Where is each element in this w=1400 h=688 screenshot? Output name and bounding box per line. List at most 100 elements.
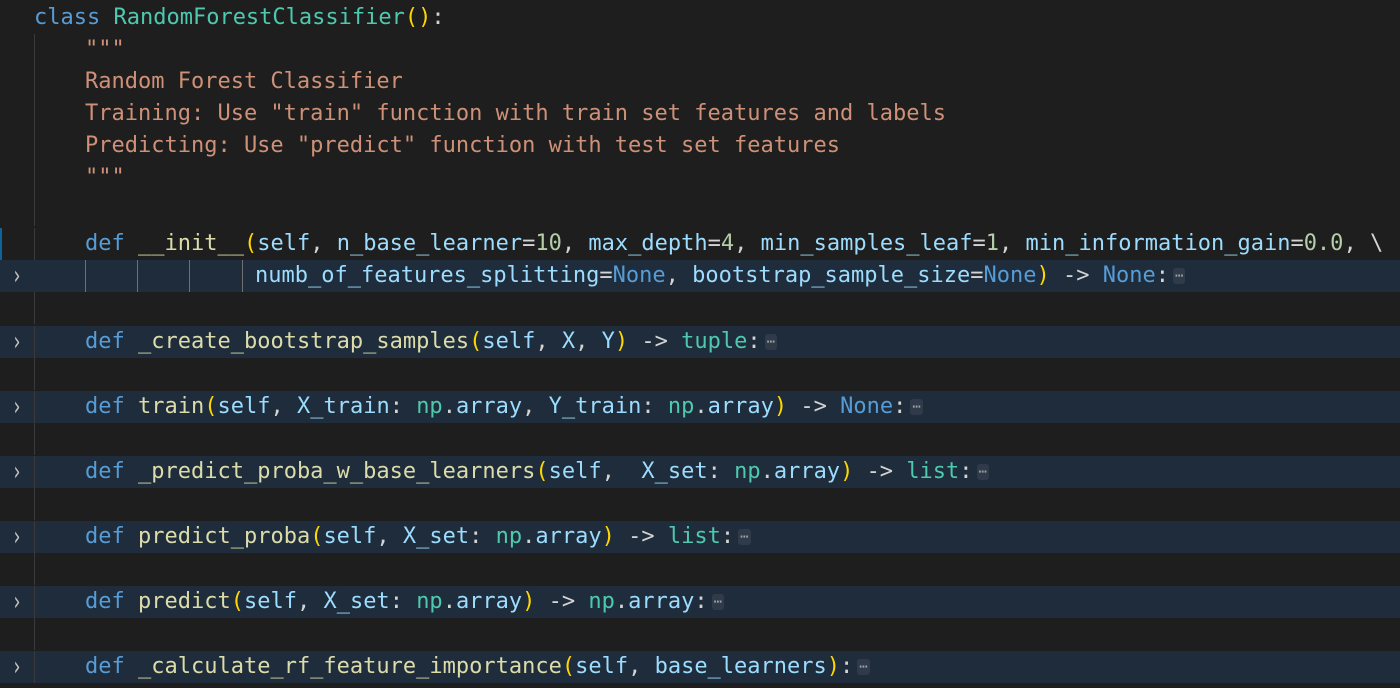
folded-ellipsis[interactable]: ⋯ <box>764 334 778 350</box>
folded-ellipsis[interactable]: ⋯ <box>857 659 870 675</box>
arrow: -> <box>866 459 894 484</box>
code-line-blank[interactable] <box>0 358 1400 390</box>
folded-ellipsis[interactable]: ⋯ <box>1172 268 1186 284</box>
indent-guide <box>34 228 35 260</box>
fold-toggle[interactable]: › <box>0 586 34 618</box>
code-line-predict[interactable]: › def predict(self, X_set: np.array) -> … <box>0 586 1400 618</box>
code-text: """ <box>85 162 125 194</box>
fold-toggle[interactable]: › <box>0 326 34 358</box>
code-line-blank[interactable] <box>0 194 1400 226</box>
param: Y_train <box>548 394 642 419</box>
return-type: None <box>1102 263 1156 288</box>
code-line-init[interactable]: def __init__(self, n_base_learner=10, ma… <box>0 228 1400 260</box>
code-line-docstring-1[interactable]: Random Forest Classifier <box>0 66 1400 98</box>
fold-toggle[interactable]: › <box>0 651 34 683</box>
fold-toggle[interactable]: › <box>0 391 34 423</box>
code-line-train[interactable]: › def train(self, X_train: np.array, Y_t… <box>0 391 1400 423</box>
folded-ellipsis[interactable]: ⋯ <box>711 594 725 610</box>
keyword: def <box>85 654 125 679</box>
keyword: def <box>85 589 125 614</box>
type: array <box>455 394 523 419</box>
code-line-calc-feature-importance[interactable]: › def _calculate_rf_feature_importance(s… <box>0 651 1400 683</box>
code-line-docstring-3[interactable]: Predicting: Use "predict" function with … <box>0 130 1400 162</box>
indent-guide <box>242 260 243 292</box>
param: self <box>323 524 377 549</box>
paren: ( <box>243 231 258 256</box>
keyword: def <box>85 329 125 354</box>
type: array <box>455 589 523 614</box>
folded-ellipsis[interactable]: ⋯ <box>910 399 923 415</box>
param: self <box>257 231 311 256</box>
function-name: predict <box>138 589 231 614</box>
fold-toggle[interactable]: › <box>0 521 34 553</box>
code-line-docstring-close[interactable]: """ <box>0 162 1400 194</box>
indent-guide <box>34 553 35 585</box>
docstring-text: Random Forest Classifier <box>85 69 403 94</box>
code-line-class[interactable]: class RandomForestClassifier(): <box>0 2 1400 34</box>
param: self <box>575 654 629 679</box>
code-line-blank[interactable] <box>0 618 1400 650</box>
code-text: def _predict_proba_w_base_learners(self,… <box>85 459 989 484</box>
code-line-docstring-2[interactable]: Training: Use "train" function with trai… <box>0 98 1400 130</box>
code-line-blank[interactable] <box>0 423 1400 455</box>
indent-guide <box>34 162 35 194</box>
param: min_information_gain <box>1025 231 1291 256</box>
code-text: Random Forest Classifier <box>85 66 403 98</box>
folded-ellipsis[interactable]: ⋯ <box>976 464 989 480</box>
code-line-predict-proba-w-base[interactable]: › def _predict_proba_w_base_learners(sel… <box>0 456 1400 488</box>
chevron-right-icon: › <box>11 327 23 357</box>
line-continuation: \ <box>1369 231 1384 256</box>
param: min_samples_leaf <box>760 231 973 256</box>
indent-guide <box>34 618 35 650</box>
indent-guide <box>34 488 35 520</box>
code-text: def _calculate_rf_feature_importance(sel… <box>85 654 870 679</box>
arrow: -> <box>641 329 668 354</box>
folded-ellipsis[interactable]: ⋯ <box>738 529 751 545</box>
return-type: None <box>840 394 894 419</box>
indent-guide <box>34 326 35 358</box>
module: np <box>416 394 443 419</box>
number: 0.0 <box>1303 231 1344 256</box>
fold-toggle[interactable]: › <box>0 260 34 292</box>
code-line-docstring-open[interactable]: """ <box>0 34 1400 66</box>
module: np <box>734 459 761 484</box>
code-text: def predict_proba(self, X_set: np.array)… <box>85 524 751 549</box>
code-line-create-bootstrap[interactable]: › def _create_bootstrap_samples(self, X,… <box>0 326 1400 358</box>
indent-guide <box>34 391 35 423</box>
param: numb_of_features_splitting <box>255 263 600 288</box>
keyword: def <box>85 231 125 256</box>
code-line-init-cont[interactable]: › numb_of_features_splitting=None, boots… <box>0 260 1400 292</box>
indent-guide <box>34 586 35 618</box>
code-text: def __init__(self, n_base_learner=10, ma… <box>85 231 1384 256</box>
param: X_set <box>641 459 708 484</box>
keyword: def <box>85 524 125 549</box>
chevron-right-icon: › <box>11 587 23 617</box>
function-name: predict_proba <box>138 524 311 549</box>
code-line-predict-proba[interactable]: › def predict_proba(self, X_set: np.arra… <box>0 521 1400 553</box>
type: array <box>773 459 841 484</box>
code-line-blank[interactable] <box>0 292 1400 324</box>
indent-guide <box>34 130 35 162</box>
param: X_train <box>296 394 390 419</box>
param: X <box>561 329 576 354</box>
code-line-blank[interactable] <box>0 553 1400 585</box>
indent-guide <box>34 521 35 553</box>
code-line-blank[interactable] <box>0 488 1400 520</box>
indent-guide <box>34 194 35 226</box>
code-text: class RandomForestClassifier(): <box>34 2 445 34</box>
chevron-right-icon: › <box>11 457 23 487</box>
return-module: np <box>588 589 615 614</box>
chevron-right-icon: › <box>11 392 23 422</box>
fold-toggle[interactable]: › <box>0 456 34 488</box>
paren: ) <box>418 5 432 30</box>
docstring-text: Predicting: Use "predict" function with … <box>85 133 840 158</box>
arrow: -> <box>1063 263 1090 288</box>
param: self <box>482 329 536 354</box>
indent-guide <box>85 260 86 292</box>
return-type: list <box>906 459 960 484</box>
param: self <box>243 589 297 614</box>
arrow: -> <box>800 394 827 419</box>
code-editor[interactable]: class RandomForestClassifier(): """ Rand… <box>0 0 1400 688</box>
constant: None <box>612 263 666 288</box>
param: X_set <box>323 589 390 614</box>
